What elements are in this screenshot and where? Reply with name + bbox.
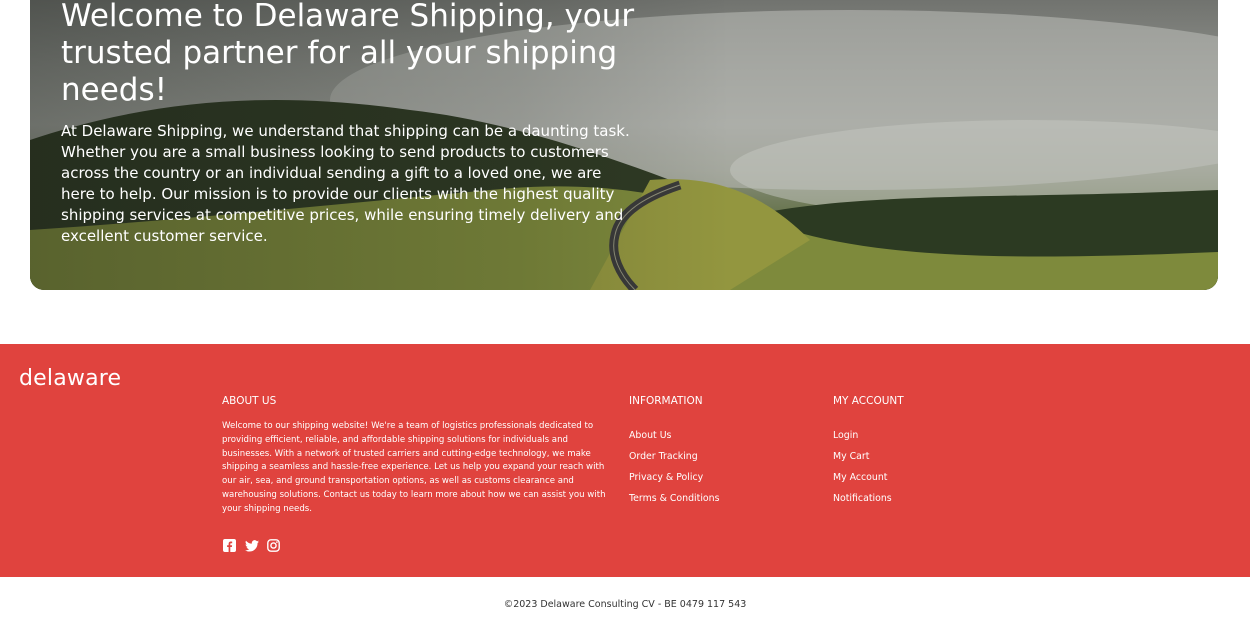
link-terms-conditions[interactable]: Terms & Conditions xyxy=(629,493,720,514)
footer-logo[interactable]: delaware xyxy=(19,366,121,391)
facebook-icon[interactable] xyxy=(223,537,237,552)
my-account-heading: MY ACCOUNT xyxy=(833,395,904,407)
hero-description: At Delaware Shipping, we understand that… xyxy=(61,122,630,245)
link-about-us[interactable]: About Us xyxy=(629,430,720,451)
site-footer: delaware ABOUT US Welcome to our shippin… xyxy=(0,344,1250,577)
information-links: About Us Order Tracking Privacy & Policy… xyxy=(629,430,720,514)
account-links: Login My Cart My Account Notifications xyxy=(833,430,892,514)
about-us-text: Welcome to our shipping website! We're a… xyxy=(222,421,606,514)
social-links xyxy=(223,537,281,552)
link-my-account[interactable]: My Account xyxy=(833,472,892,493)
hero-title: Welcome to Delaware Shipping, your trust… xyxy=(61,0,635,108)
twitter-icon[interactable] xyxy=(245,537,259,552)
about-us-heading: ABOUT US xyxy=(222,395,277,407)
link-my-cart[interactable]: My Cart xyxy=(833,451,892,472)
link-login[interactable]: Login xyxy=(833,430,892,451)
copyright-text: ©2023 Delaware Consulting CV - BE 0479 1… xyxy=(503,599,747,610)
hero-banner: Welcome to Delaware Shipping, your trust… xyxy=(30,0,1218,290)
link-order-tracking[interactable]: Order Tracking xyxy=(629,451,720,472)
link-notifications[interactable]: Notifications xyxy=(833,493,892,514)
instagram-icon[interactable] xyxy=(267,537,281,552)
link-privacy-policy[interactable]: Privacy & Policy xyxy=(629,472,720,493)
information-heading: INFORMATION xyxy=(629,395,703,407)
